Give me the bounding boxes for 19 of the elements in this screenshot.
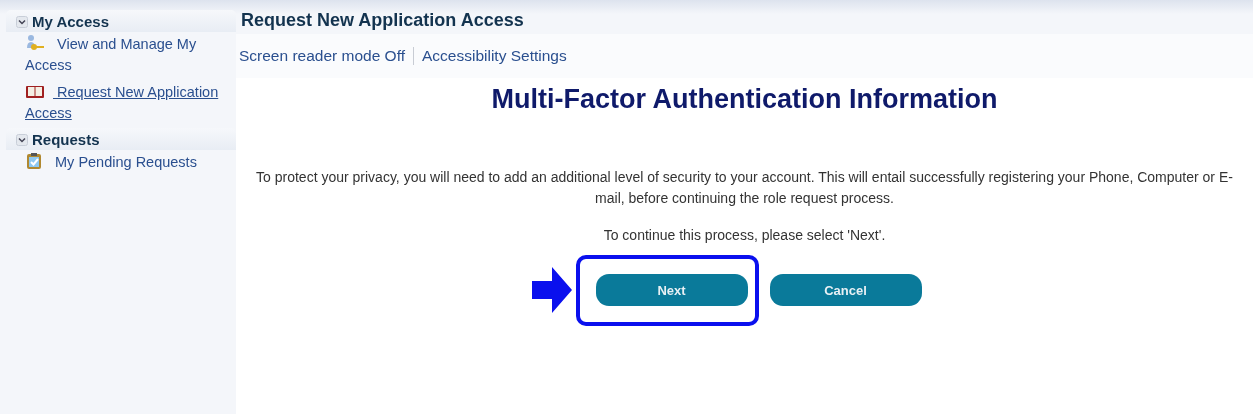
section-header[interactable]: My Access — [6, 10, 236, 32]
paragraph: To protect your privacy, you will need to add an additional level of security to your account. This will entail successfully registering your Phone, Computer or E-mail, before continuing the role request process. — [255, 168, 1234, 208]
section-title: Requests — [32, 131, 100, 148]
book-icon — [25, 84, 45, 100]
section-title: My Access — [32, 13, 109, 30]
action-button[interactable]: Cancel — [769, 274, 922, 306]
action-button[interactable]: Next — [595, 274, 748, 306]
paragraph: To continue this process, please select 'Next'. — [602, 226, 887, 245]
sidebar-link[interactable]: Request New Application Access — [25, 82, 230, 124]
sidebar-link[interactable]: View and Manage My Access — [25, 34, 230, 76]
toolbar-link[interactable]: Screen reader mode Off — [239, 47, 405, 65]
user-key-icon — [25, 34, 45, 52]
sidebar-link[interactable]: My Pending Requests — [25, 152, 230, 173]
heading: Multi-Factor Authentication Information — [490, 84, 999, 115]
clipboard-icon — [25, 152, 43, 170]
page-title: Request New Application Access — [240, 9, 525, 32]
chevron-icon — [16, 133, 28, 146]
toolbar-link[interactable]: Accessibility Settings — [422, 47, 567, 65]
chevron-icon — [16, 15, 28, 28]
